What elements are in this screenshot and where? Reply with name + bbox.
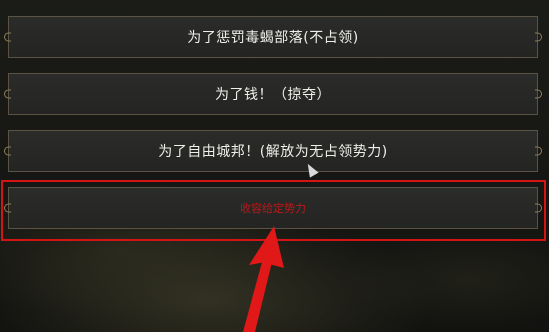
arrow-head [249, 226, 284, 268]
red-arrow-icon [243, 226, 284, 332]
game-screen: 为了惩罚毒蝎部落(不占领) 为了钱！（掠夺） 为了自由城邦！(解放为无占领势力)… [0, 0, 549, 332]
arrow-shaft [243, 262, 272, 332]
